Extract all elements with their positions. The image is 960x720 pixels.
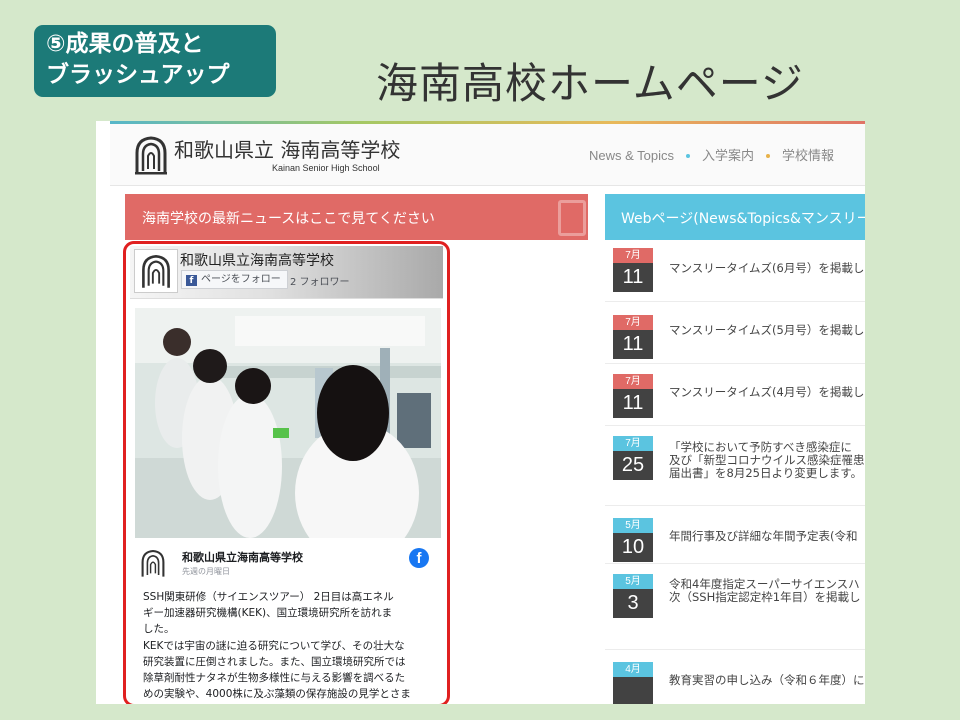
news-title-link[interactable]: 「学校において予防すべき感染症に 及び「新型コロナウイルス感染症罹患 届出書」を… bbox=[669, 441, 865, 480]
date-day: 3 bbox=[613, 589, 653, 618]
nav-item-school-info[interactable]: 学校情報 bbox=[782, 148, 834, 163]
date-tile: 7月 11 bbox=[613, 374, 653, 418]
date-tile: 7月 11 bbox=[613, 315, 653, 359]
facebook-page-avatar[interactable] bbox=[134, 249, 178, 293]
facebook-page-name[interactable]: 和歌山県立海南高等学校 bbox=[180, 250, 334, 270]
date-day: 11 bbox=[613, 330, 653, 359]
section-badge: ⑤成果の普及と ブラッシュアップ bbox=[34, 25, 276, 97]
date-tile: 7月 25 bbox=[613, 436, 653, 480]
date-month: 7月 bbox=[613, 436, 653, 451]
site-name[interactable]: 和歌山県立 海南高等学校 bbox=[174, 134, 400, 163]
news-list-item[interactable]: 5月 3 令和4年度指定スーパーサイエンスハ 次（SSH指定認定枠1年目）を掲載し bbox=[605, 564, 865, 650]
news-list-item[interactable]: 4月教育実習の申し込み（令和６年度）に bbox=[605, 650, 865, 704]
nav-item-admissions[interactable]: 入学案内 bbox=[702, 148, 754, 163]
news-title-link[interactable]: マンスリータイムズ(6月号）を掲載し bbox=[669, 262, 864, 275]
date-month: 5月 bbox=[613, 574, 653, 589]
date-tile: 5月 10 bbox=[613, 518, 653, 562]
date-day: 25 bbox=[613, 451, 653, 480]
homepage-screenshot: 和歌山県立 海南高等学校 Kainan Senior High School N… bbox=[96, 121, 865, 704]
badge-line-2: ブラッシュアップ bbox=[46, 62, 230, 88]
follower-count: 2 フォロワー bbox=[290, 277, 350, 288]
nav-separator bbox=[686, 153, 691, 158]
news-list: 7月 11 マンスリータイムズ(6月号）を掲載し 7月 11 マンスリータイムズ(5月号）… bbox=[605, 240, 865, 704]
facebook-logo-icon[interactable]: f bbox=[409, 548, 429, 568]
calendar-icon bbox=[558, 200, 586, 236]
date-day: 11 bbox=[613, 263, 653, 292]
news-list-item[interactable]: 7月 11 マンスリータイムズ(5月号）を掲載し bbox=[605, 302, 865, 364]
date-day: 11 bbox=[613, 389, 653, 418]
web-section-heading: Webページ(News&Topics&マンスリー情 bbox=[605, 194, 865, 240]
date-day bbox=[613, 677, 653, 704]
facebook-icon: f bbox=[186, 275, 197, 286]
site-subname: Kainan Senior High School bbox=[272, 163, 380, 173]
news-title-link[interactable]: 年間行事及び詳細な年間予定表(令和 bbox=[669, 530, 858, 543]
date-tile: 7月 11 bbox=[613, 248, 653, 292]
news-title-link[interactable]: 令和4年度指定スーパーサイエンスハ 次（SSH指定認定枠1年目）を掲載し bbox=[669, 578, 861, 604]
date-tile: 4月 bbox=[613, 662, 653, 704]
news-list-item[interactable]: 5月 10 年間行事及び詳細な年間予定表(令和 bbox=[605, 506, 865, 564]
post-author-name[interactable]: 和歌山県立海南高等学校 bbox=[182, 549, 303, 565]
school-emblem-icon bbox=[142, 254, 170, 288]
school-emblem-icon[interactable] bbox=[133, 135, 169, 175]
news-title-link[interactable]: 教育実習の申し込み（令和６年度）に bbox=[669, 674, 865, 687]
news-list-item[interactable]: 7月 11 マンスリータイムズ(4月号）を掲載し bbox=[605, 364, 865, 426]
post-photo[interactable] bbox=[135, 308, 441, 538]
badge-line-1: ⑤成果の普及と bbox=[46, 31, 204, 57]
post-body-text: SSH関東研修（サイエンスツアー） 2日目は高エネル ギー加速器研究機構(KEK… bbox=[143, 591, 411, 701]
global-nav: News & Topics 入学案内 学校情報 bbox=[589, 145, 834, 164]
date-month: 5月 bbox=[613, 518, 653, 533]
date-month: 7月 bbox=[613, 374, 653, 389]
facebook-section-heading-text: 海南学校の最新ニュースはここで見てください bbox=[142, 211, 435, 227]
date-month: 7月 bbox=[613, 248, 653, 263]
facebook-section-heading: 海南学校の最新ニュースはここで見てください bbox=[125, 194, 588, 240]
date-tile: 5月 3 bbox=[613, 574, 653, 618]
date-day: 10 bbox=[613, 533, 653, 562]
slide-title: 海南高校ホームページ bbox=[376, 59, 804, 108]
web-section-heading-text: Webページ(News&Topics&マンスリー情 bbox=[621, 211, 865, 227]
follow-page-label: ページをフォロー bbox=[201, 274, 281, 285]
news-list-item[interactable]: 7月 25 「学校において予防すべき感染症に 及び「新型コロナウイルス感染症罹患 届… bbox=[605, 426, 865, 506]
follow-page-button[interactable]: f ページをフォロー bbox=[181, 270, 288, 289]
nav-item-news-topics[interactable]: News & Topics bbox=[589, 148, 674, 163]
news-list-item[interactable]: 7月 11 マンスリータイムズ(6月号）を掲載し bbox=[605, 240, 865, 302]
post-author-avatar[interactable] bbox=[138, 547, 168, 579]
news-title-link[interactable]: マンスリータイムズ(5月号）を掲載し bbox=[669, 324, 864, 337]
site-header: 和歌山県立 海南高等学校 Kainan Senior High School N… bbox=[110, 124, 865, 186]
facebook-cover: 和歌山県立海南高等学校 f ページをフォロー 2 フォロワー bbox=[130, 246, 443, 299]
post-timestamp[interactable]: 先週の月曜日 bbox=[182, 566, 230, 577]
date-month: 7月 bbox=[613, 315, 653, 330]
news-title-link[interactable]: マンスリータイムズ(4月号）を掲載し bbox=[669, 386, 864, 399]
facebook-page-widget: 和歌山県立海南高等学校 f ページをフォロー 2 フォロワー 和歌山県立海南高等… bbox=[123, 241, 450, 704]
date-month: 4月 bbox=[613, 662, 653, 677]
nav-separator bbox=[766, 153, 771, 158]
